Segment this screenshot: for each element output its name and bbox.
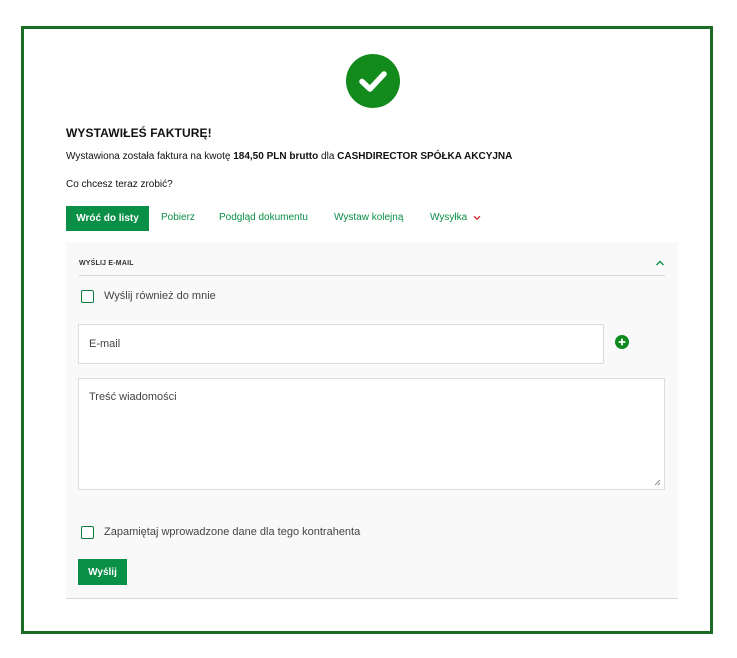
summary-prefix: Wystawiona została faktura na kwotę — [66, 151, 231, 162]
send-email-button[interactable]: Wyślij — [78, 559, 127, 585]
chevron-up-icon[interactable] — [655, 259, 665, 267]
add-email-icon[interactable] — [615, 335, 629, 349]
invoice-summary: Wystawiona została faktura na kwotę 184,… — [66, 151, 512, 162]
download-link[interactable]: Pobierz — [161, 212, 195, 223]
issue-another-link[interactable]: Wystaw kolejną — [334, 212, 403, 223]
email-input[interactable] — [78, 324, 604, 364]
success-card: WYSTAWIŁEŚ FAKTURĘ! Wystawiona została f… — [21, 26, 713, 634]
send-copy-label: Wyślij również do mnie — [104, 290, 216, 302]
success-check-icon — [346, 54, 400, 108]
message-textarea[interactable] — [78, 378, 665, 490]
invoice-amount: 184,50 PLN brutto — [233, 151, 319, 162]
panel-title: WYŚLIJ E-MAIL — [79, 260, 134, 267]
next-step-question: Co chcesz teraz zrobić? — [66, 179, 173, 190]
panel-header[interactable]: WYŚLIJ E-MAIL — [79, 260, 665, 276]
summary-mid: dla — [321, 151, 335, 162]
send-email-panel: WYŚLIJ E-MAIL Wyślij również do mnie Zap… — [66, 242, 678, 599]
back-to-list-button[interactable]: Wróć do listy — [66, 206, 149, 231]
document-preview-link[interactable]: Podgląd dokumentu — [219, 212, 308, 223]
page-title: WYSTAWIŁEŚ FAKTURĘ! — [66, 126, 212, 140]
resize-handle-icon[interactable] — [653, 478, 661, 486]
chevron-down-icon[interactable] — [473, 215, 481, 221]
customer-name: CASHDIRECTOR SPÓŁKA AKCYJNA — [337, 151, 513, 162]
shipping-dropdown-link[interactable]: Wysyłka — [430, 212, 467, 223]
send-copy-checkbox[interactable] — [81, 290, 94, 303]
remember-data-label: Zapamiętaj wprowadzone dane dla tego kon… — [104, 526, 361, 538]
remember-data-checkbox[interactable] — [81, 526, 94, 539]
